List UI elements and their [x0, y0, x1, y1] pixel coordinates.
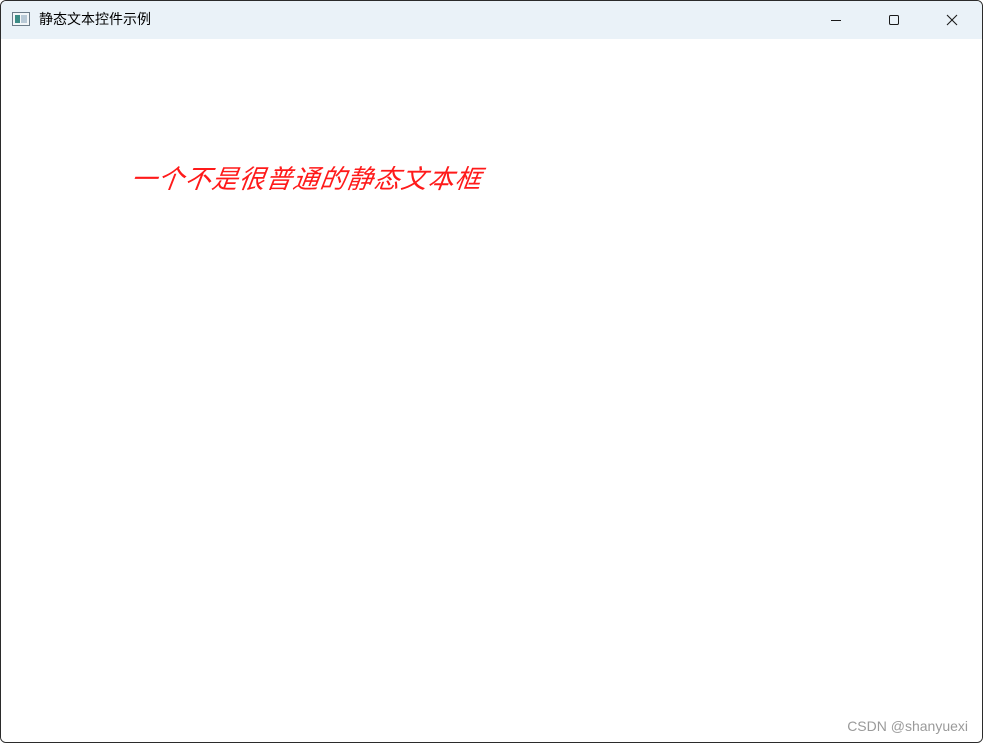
app-icon-right-pane [21, 15, 27, 23]
static-text-label: 一个不是很普通的静态文本框 [128, 165, 485, 195]
app-window-icon[interactable] [12, 12, 30, 26]
close-button[interactable] [929, 1, 975, 39]
watermark-text: CSDN @shanyuexi [847, 718, 968, 734]
window-title: 静态文本控件示例 [39, 12, 151, 28]
close-icon [946, 14, 958, 26]
app-window: 静态文本控件示例 一个不是很普通的静态文本框 CSDN @shanyuexi [0, 0, 983, 743]
maximize-icon [889, 15, 899, 25]
maximize-button[interactable] [871, 1, 917, 39]
minimize-icon [831, 20, 841, 21]
title-bar[interactable]: 静态文本控件示例 [1, 1, 982, 39]
app-icon-left-pane [15, 15, 20, 23]
client-area: 一个不是很普通的静态文本框 CSDN @shanyuexi [1, 39, 982, 742]
minimize-button[interactable] [813, 1, 859, 39]
